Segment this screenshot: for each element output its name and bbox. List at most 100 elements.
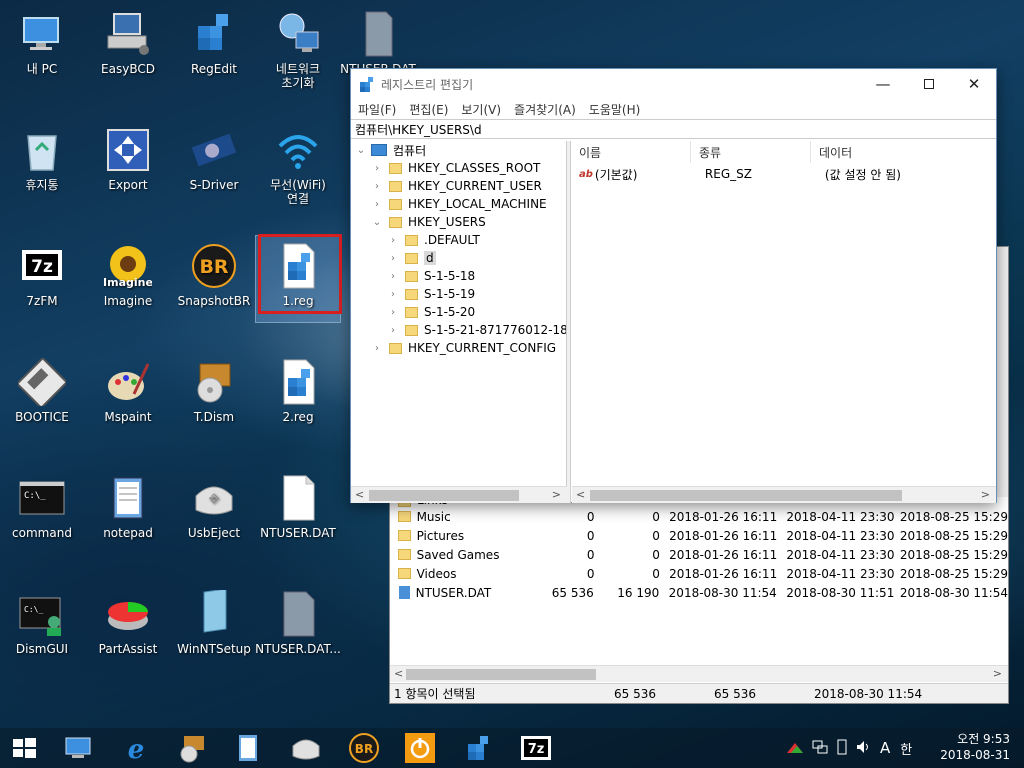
desktop-icon-wifi[interactable]: 무선(WiFi) 연결 — [256, 120, 340, 206]
tree-node-s-1-5-20[interactable]: › S-1-5-20 — [387, 303, 475, 321]
taskbar-internet-explorer[interactable]: e — [120, 732, 152, 765]
minimize-button[interactable]: — — [860, 69, 906, 99]
values-horizontal-scrollbar[interactable]: < > — [572, 486, 996, 503]
input-mode-indicator[interactable]: A — [880, 739, 890, 757]
scroll-right-icon[interactable]: > — [552, 488, 561, 501]
tree-node-hkcu[interactable]: › HKEY_CURRENT_USER — [371, 177, 542, 195]
menu-help[interactable]: 도움말(H) — [589, 101, 641, 118]
horizontal-scrollbar[interactable]: < > — [390, 665, 1008, 682]
clock[interactable]: 오전 9:53 2018-08-31 — [940, 731, 1010, 763]
tree-horizontal-scrollbar[interactable]: < > — [351, 486, 567, 503]
chevron-right-icon[interactable]: › — [387, 253, 399, 264]
chevron-right-icon[interactable]: › — [387, 325, 399, 336]
taskbar-power[interactable] — [404, 732, 436, 764]
chevron-right-icon[interactable]: › — [387, 307, 399, 318]
desktop-icon-bootice[interactable]: BOOTICE — [0, 352, 84, 438]
clock-time: 오전 9:53 — [957, 732, 1010, 746]
table-row[interactable]: Saved Games 0 0 2018-01-26 16:11 2018-04… — [390, 545, 1008, 564]
tray-app-icon[interactable] — [786, 740, 804, 757]
computer-icon — [18, 10, 66, 58]
chevron-right-icon[interactable]: › — [371, 163, 383, 174]
scroll-left-icon[interactable]: < — [394, 667, 403, 680]
tree-node-d[interactable]: › d — [387, 249, 436, 267]
chevron-down-icon[interactable]: ⌄ — [371, 217, 383, 228]
desktop-icon-imagine[interactable]: Imagine Imagine — [86, 236, 170, 322]
scroll-left-icon[interactable]: < — [576, 488, 585, 501]
desktop-icon-ntuser-dat[interactable]: NTUSER.DAT — [256, 468, 340, 554]
chevron-right-icon[interactable]: › — [387, 289, 399, 300]
column-header-name[interactable]: 이름 — [571, 141, 691, 163]
desktop-icon-winntsetup[interactable]: WinNTSetup — [172, 584, 256, 670]
menu-favorites[interactable]: 즐겨찾기(A) — [514, 101, 576, 118]
taskbar-this-pc[interactable] — [62, 732, 94, 764]
desktop-icon-mspaint[interactable]: Mspaint — [86, 352, 170, 438]
title-bar[interactable]: 레지스트리 편집기 — ✕ — [351, 69, 996, 99]
taskbar-7zfm[interactable]: 7z — [520, 732, 552, 764]
desktop-icon-this-pc[interactable]: 내 PC — [0, 4, 84, 90]
value-row[interactable]: ab (기본값) REG_SZ (값 설정 안 됨) — [571, 165, 901, 183]
chevron-right-icon[interactable]: › — [387, 271, 399, 282]
desktop-icon-dismgui[interactable]: C:\_ DismGUI — [0, 584, 84, 670]
tree-node-hklm[interactable]: › HKEY_LOCAL_MACHINE — [371, 195, 547, 213]
menu-view[interactable]: 보기(V) — [461, 101, 501, 118]
desktop-icon-ntuser-dat-2[interactable]: NTUSER.DAT... — [255, 584, 341, 670]
system-tray: A 한 — [786, 728, 946, 768]
desktop-icon-command[interactable]: C:\_ command — [0, 468, 84, 554]
scrollbar-thumb[interactable] — [590, 490, 902, 501]
desktop-icon-usbeject[interactable]: ⎆ UsbEject — [172, 468, 256, 554]
desktop-icon-2reg[interactable]: 2.reg — [256, 352, 340, 438]
network-icon[interactable] — [812, 740, 828, 757]
computer-tools-icon — [104, 10, 152, 58]
desktop-icon-snapshotbr[interactable]: BR SnapshotBR — [172, 236, 256, 322]
registry-editor-window[interactable]: 레지스트리 편집기 — ✕ 파일(F) 편집(E) 보기(V) 즐겨찾기(A) … — [350, 68, 997, 503]
chevron-down-icon[interactable]: ⌄ — [355, 145, 367, 156]
tree-node-s-1-5-21[interactable]: › S-1-5-21-871776012-187 — [387, 321, 566, 339]
tree-node-hku[interactable]: ⌄ HKEY_USERS — [371, 213, 486, 231]
address-bar[interactable]: 컴퓨터\HKEY_USERS\d — [351, 119, 996, 139]
table-row[interactable]: Music 0 0 2018-01-26 16:11 2018-04-11 23… — [390, 507, 1008, 526]
tree-node-hkcc[interactable]: › HKEY_CURRENT_CONFIG — [371, 339, 556, 357]
scroll-left-icon[interactable]: < — [355, 488, 364, 501]
taskbar-snapshotbr[interactable]: BR — [348, 732, 380, 764]
tree-node-s-1-5-19[interactable]: › S-1-5-19 — [387, 285, 475, 303]
scroll-right-icon[interactable]: > — [993, 667, 1002, 680]
desktop-icon-export[interactable]: Export — [86, 120, 170, 206]
taskbar-tdism[interactable] — [176, 732, 208, 764]
desktop-icon-network-reset[interactable]: 네트워크 초기화 — [256, 4, 340, 90]
tree-node-computer[interactable]: ⌄ 컴퓨터 — [355, 141, 426, 159]
tree-node-hkcr[interactable]: › HKEY_CLASSES_ROOT — [371, 159, 540, 177]
desktop-icon-partassist[interactable]: PartAssist — [86, 584, 170, 670]
chevron-right-icon[interactable]: › — [371, 343, 383, 354]
column-header-type[interactable]: 종류 — [691, 141, 811, 163]
desktop-icon-s-driver[interactable]: S-Driver — [172, 120, 256, 206]
chevron-right-icon[interactable]: › — [371, 181, 383, 192]
scrollbar-thumb[interactable] — [406, 669, 596, 680]
taskbar-regedit[interactable] — [462, 732, 494, 764]
chevron-right-icon[interactable]: › — [387, 235, 399, 246]
maximize-button[interactable] — [906, 69, 952, 99]
close-button[interactable]: ✕ — [951, 69, 997, 99]
column-header-data[interactable]: 데이터 — [811, 141, 996, 163]
menu-edit[interactable]: 편집(E) — [409, 101, 448, 118]
table-row[interactable]: Pictures 0 0 2018-01-26 16:11 2018-04-11… — [390, 526, 1008, 545]
taskbar-usbeject[interactable] — [290, 732, 322, 764]
desktop-icon-tdism[interactable]: T.Dism — [172, 352, 256, 438]
table-row[interactable]: NTUSER.DAT 65 536 16 190 2018-08-30 11:5… — [390, 583, 1008, 602]
desktop-icon-notepad[interactable]: notepad — [86, 468, 170, 554]
tree-node-default[interactable]: › .DEFAULT — [387, 231, 480, 249]
scrollbar-thumb[interactable] — [369, 490, 519, 501]
scroll-right-icon[interactable]: > — [981, 488, 990, 501]
desktop-icon-regedit[interactable]: RegEdit — [172, 4, 256, 90]
volume-icon[interactable] — [856, 740, 872, 757]
desktop-icon-7zfm[interactable]: 7z 7zFM — [0, 236, 84, 322]
ime-language-indicator[interactable]: 한 — [900, 739, 912, 758]
table-row[interactable]: Videos 0 0 2018-01-26 16:11 2018-04-11 2… — [390, 564, 1008, 583]
tree-node-s-1-5-18[interactable]: › S-1-5-18 — [387, 267, 475, 285]
taskbar-notepad[interactable] — [232, 732, 264, 764]
desktop-icon-easybcd[interactable]: EasyBCD — [86, 4, 170, 90]
usb-tray-icon[interactable] — [836, 739, 848, 758]
menu-file[interactable]: 파일(F) — [358, 101, 396, 118]
chevron-right-icon[interactable]: › — [371, 199, 383, 210]
start-button[interactable] — [8, 732, 40, 764]
desktop-icon-recycle-bin[interactable]: 휴지통 — [0, 120, 84, 206]
